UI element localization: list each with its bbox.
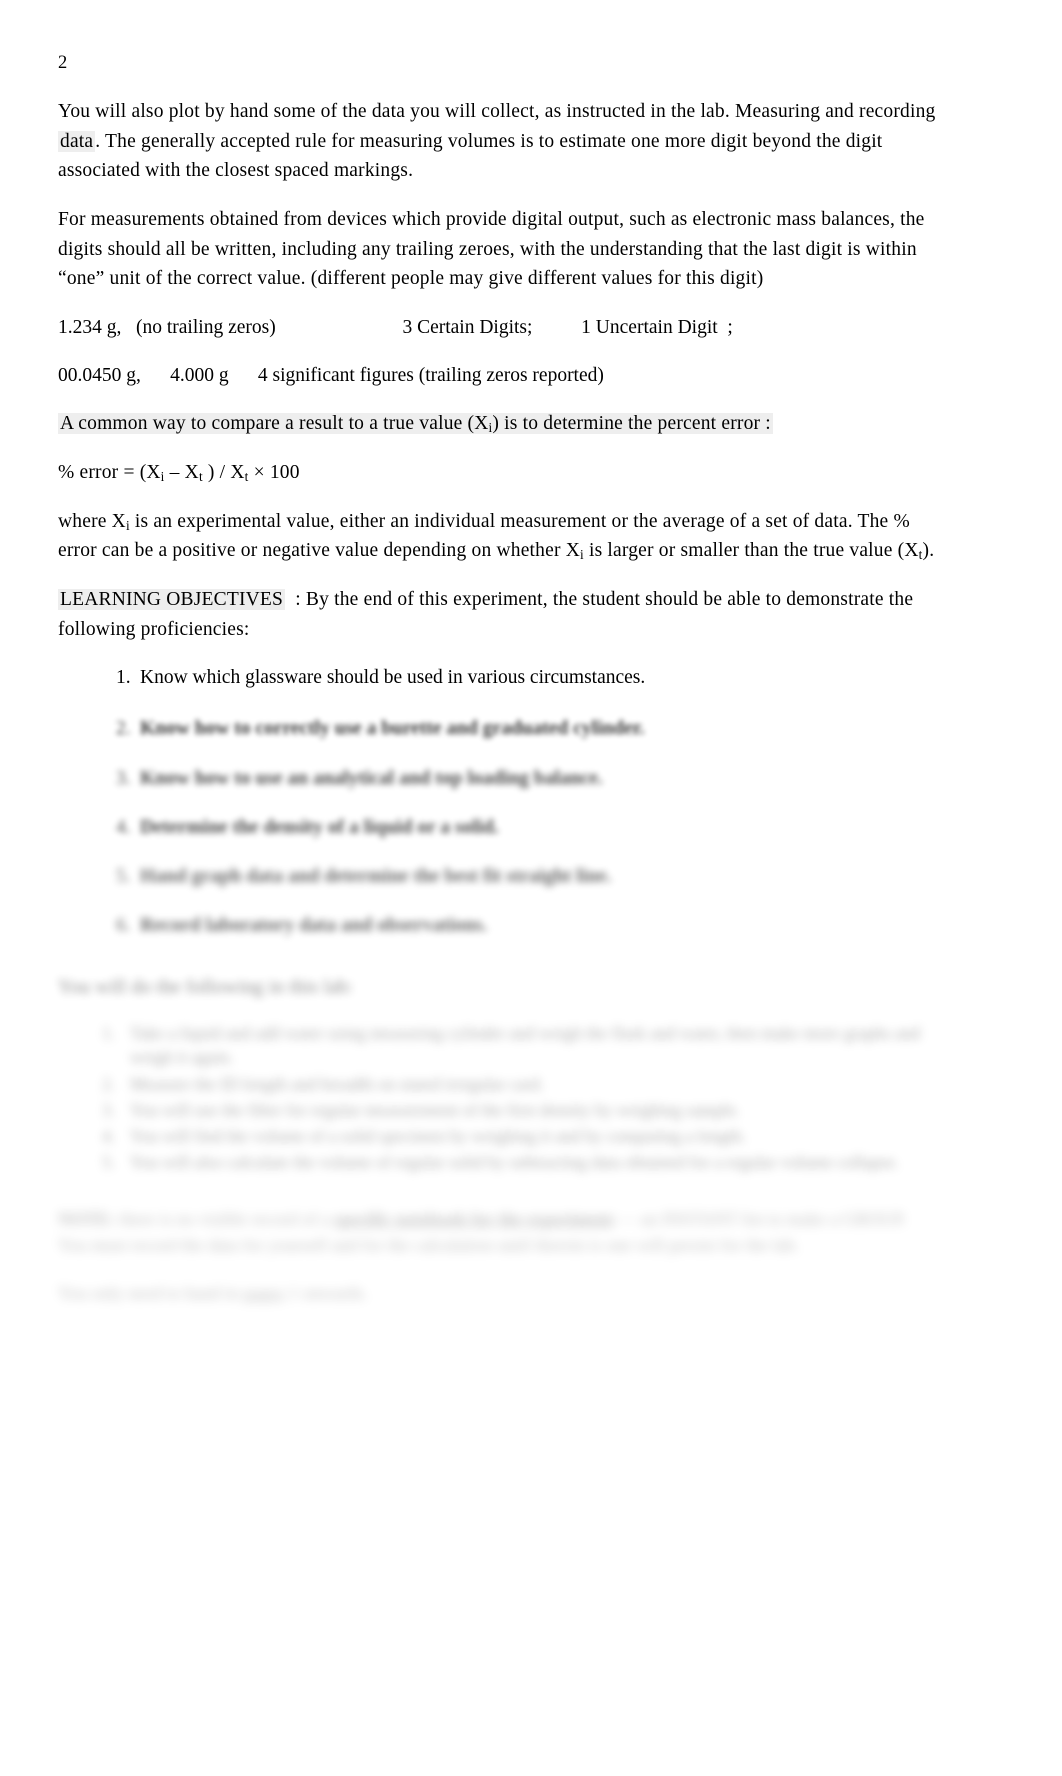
list-item-label: Know how to correctly use a burette and …	[140, 718, 645, 740]
list-item-number: 4.	[116, 816, 131, 838]
paragraph-text-1b: data	[58, 130, 96, 152]
list-item: 6. Record laboratory data and observation…	[116, 911, 938, 940]
list-item-number: 3.	[116, 767, 131, 789]
example-line-significant-figures: 00.0450 g, 4.000 g 4 significant figures…	[58, 365, 604, 387]
note-text-a: there is no visible record of a	[119, 1209, 330, 1230]
learning-objectives-heading: LEARNING OBJECTIVES : By the end of this…	[58, 585, 938, 644]
procedure-steps-list: 1. Take a liquid and add water using meas…	[58, 1021, 938, 1174]
note-paragraph: NOTE: there is no visible record of a sp…	[58, 1206, 938, 1258]
example-line-certain-digits: 1.234 g, (no trailing zeros) 3 Certain D…	[58, 316, 733, 338]
list-item: 5. Hand graph data and determine the best…	[116, 862, 938, 891]
hand-in-note: You only need to hand in pages 1 onwards…	[58, 1280, 938, 1306]
percent-error-intro-b: ) is to determine the percent error :	[492, 413, 771, 435]
list-item: 5. You will also calculate the volume of …	[102, 1150, 938, 1174]
list-item-label: Record laboratory data and observations.	[140, 915, 488, 937]
page-number: 2	[58, 53, 68, 73]
list-item-number: 1.	[116, 667, 131, 689]
hand-in-text-b: 1 onwards.	[288, 1283, 368, 1304]
list-item: 3. You will use the filter for regular me…	[102, 1098, 938, 1122]
where-part-c: is larger or smaller than the true value…	[583, 540, 919, 562]
where-part-a: where X	[58, 510, 126, 532]
note-text-b: — an INSTANT list to make a	[618, 1209, 839, 1230]
learning-objectives-list: 1. Know which glassware should be used in…	[58, 663, 938, 692]
list-item: 2. Measure the ID length and breadth on s…	[102, 1072, 938, 1096]
learning-objectives-list-blurred: 2. Know how to correctly use a burette an…	[58, 714, 938, 940]
formula-percent-error: % error = (Xi – Xt ) / Xt × 100	[58, 458, 938, 488]
list-item: 2. Know how to correctly use a burette an…	[116, 714, 938, 743]
list-item-label: You will find the volume of a solid spec…	[130, 1125, 746, 1146]
list-item-label: Determine the density of a liquid or a s…	[140, 816, 499, 838]
list-item-number: 5.	[116, 866, 131, 888]
paragraph-digital-output: For measurements obtained from devices w…	[58, 209, 925, 290]
list-item-label: You will also calculate the volume of re…	[130, 1151, 899, 1172]
note-label: NOTE:	[58, 1209, 116, 1230]
list-item-number: 1.	[102, 1023, 116, 1044]
page-content: 2 You will also plot by hand some of the…	[58, 52, 938, 1306]
note-text-emphasis: specific notebook for the experiment	[333, 1209, 614, 1230]
list-item-label: Hand graph data and determine the best f…	[140, 866, 612, 888]
list-item: 4. Determine the density of a liquid or a…	[116, 813, 938, 842]
list-item-number: 4.	[102, 1125, 116, 1146]
document-page: 2 You will also plot by hand some of the…	[0, 0, 1062, 1776]
where-part-d: ).	[922, 540, 935, 562]
list-item: 1. Know which glassware should be used in…	[116, 663, 938, 692]
learning-objectives-title: LEARNING OBJECTIVES	[58, 588, 286, 610]
list-item-number: 5.	[102, 1151, 116, 1172]
percent-error-intro-a: A common way to compare a result to a tr…	[60, 413, 489, 435]
formula-part-b: – X	[164, 462, 199, 483]
formula-part-d: × 100	[248, 462, 300, 483]
list-item-label: You will use the filter for regular meas…	[130, 1099, 741, 1120]
formula-part-c: ) / X	[202, 462, 245, 483]
formula-part-a: % error = (X	[58, 462, 161, 483]
paragraph-where-definition: where Xi is an experimental value, eithe…	[58, 507, 938, 566]
list-item-label: Take a liquid and add water using measur…	[130, 1023, 921, 1068]
list-item-number: 2.	[102, 1073, 116, 1094]
list-item: 3. Know how to use an analytical and top …	[116, 764, 938, 793]
list-item-label: Know which glassware should be used in v…	[140, 667, 646, 689]
paragraph-percent-error-intro: A common way to compare a result to a tr…	[58, 409, 938, 439]
list-item-label: Know how to use an analytical and top lo…	[140, 767, 603, 789]
list-item-label: Measure the ID length and breadth on sta…	[130, 1073, 545, 1094]
list-item: 4. You will find the volume of a solid sp…	[102, 1124, 938, 1148]
paragraph-text-1a: You will also plot by hand some of the d…	[58, 101, 936, 123]
hand-in-text-pages: pages	[243, 1283, 285, 1304]
list-item-number: 6.	[116, 915, 131, 937]
paragraph-text-1c: . The generally accepted rule for measur…	[58, 130, 883, 182]
procedure-intro: You will do the following in this lab:	[58, 976, 354, 998]
hand-in-text-a: You only need to hand in	[58, 1283, 239, 1304]
list-item: 1. Take a liquid and add water using meas…	[102, 1021, 938, 1069]
list-item-number: 2.	[116, 718, 131, 740]
list-item-number: 3.	[102, 1099, 116, 1120]
paragraph-measuring-recording: You will also plot by hand some of the d…	[58, 97, 938, 186]
